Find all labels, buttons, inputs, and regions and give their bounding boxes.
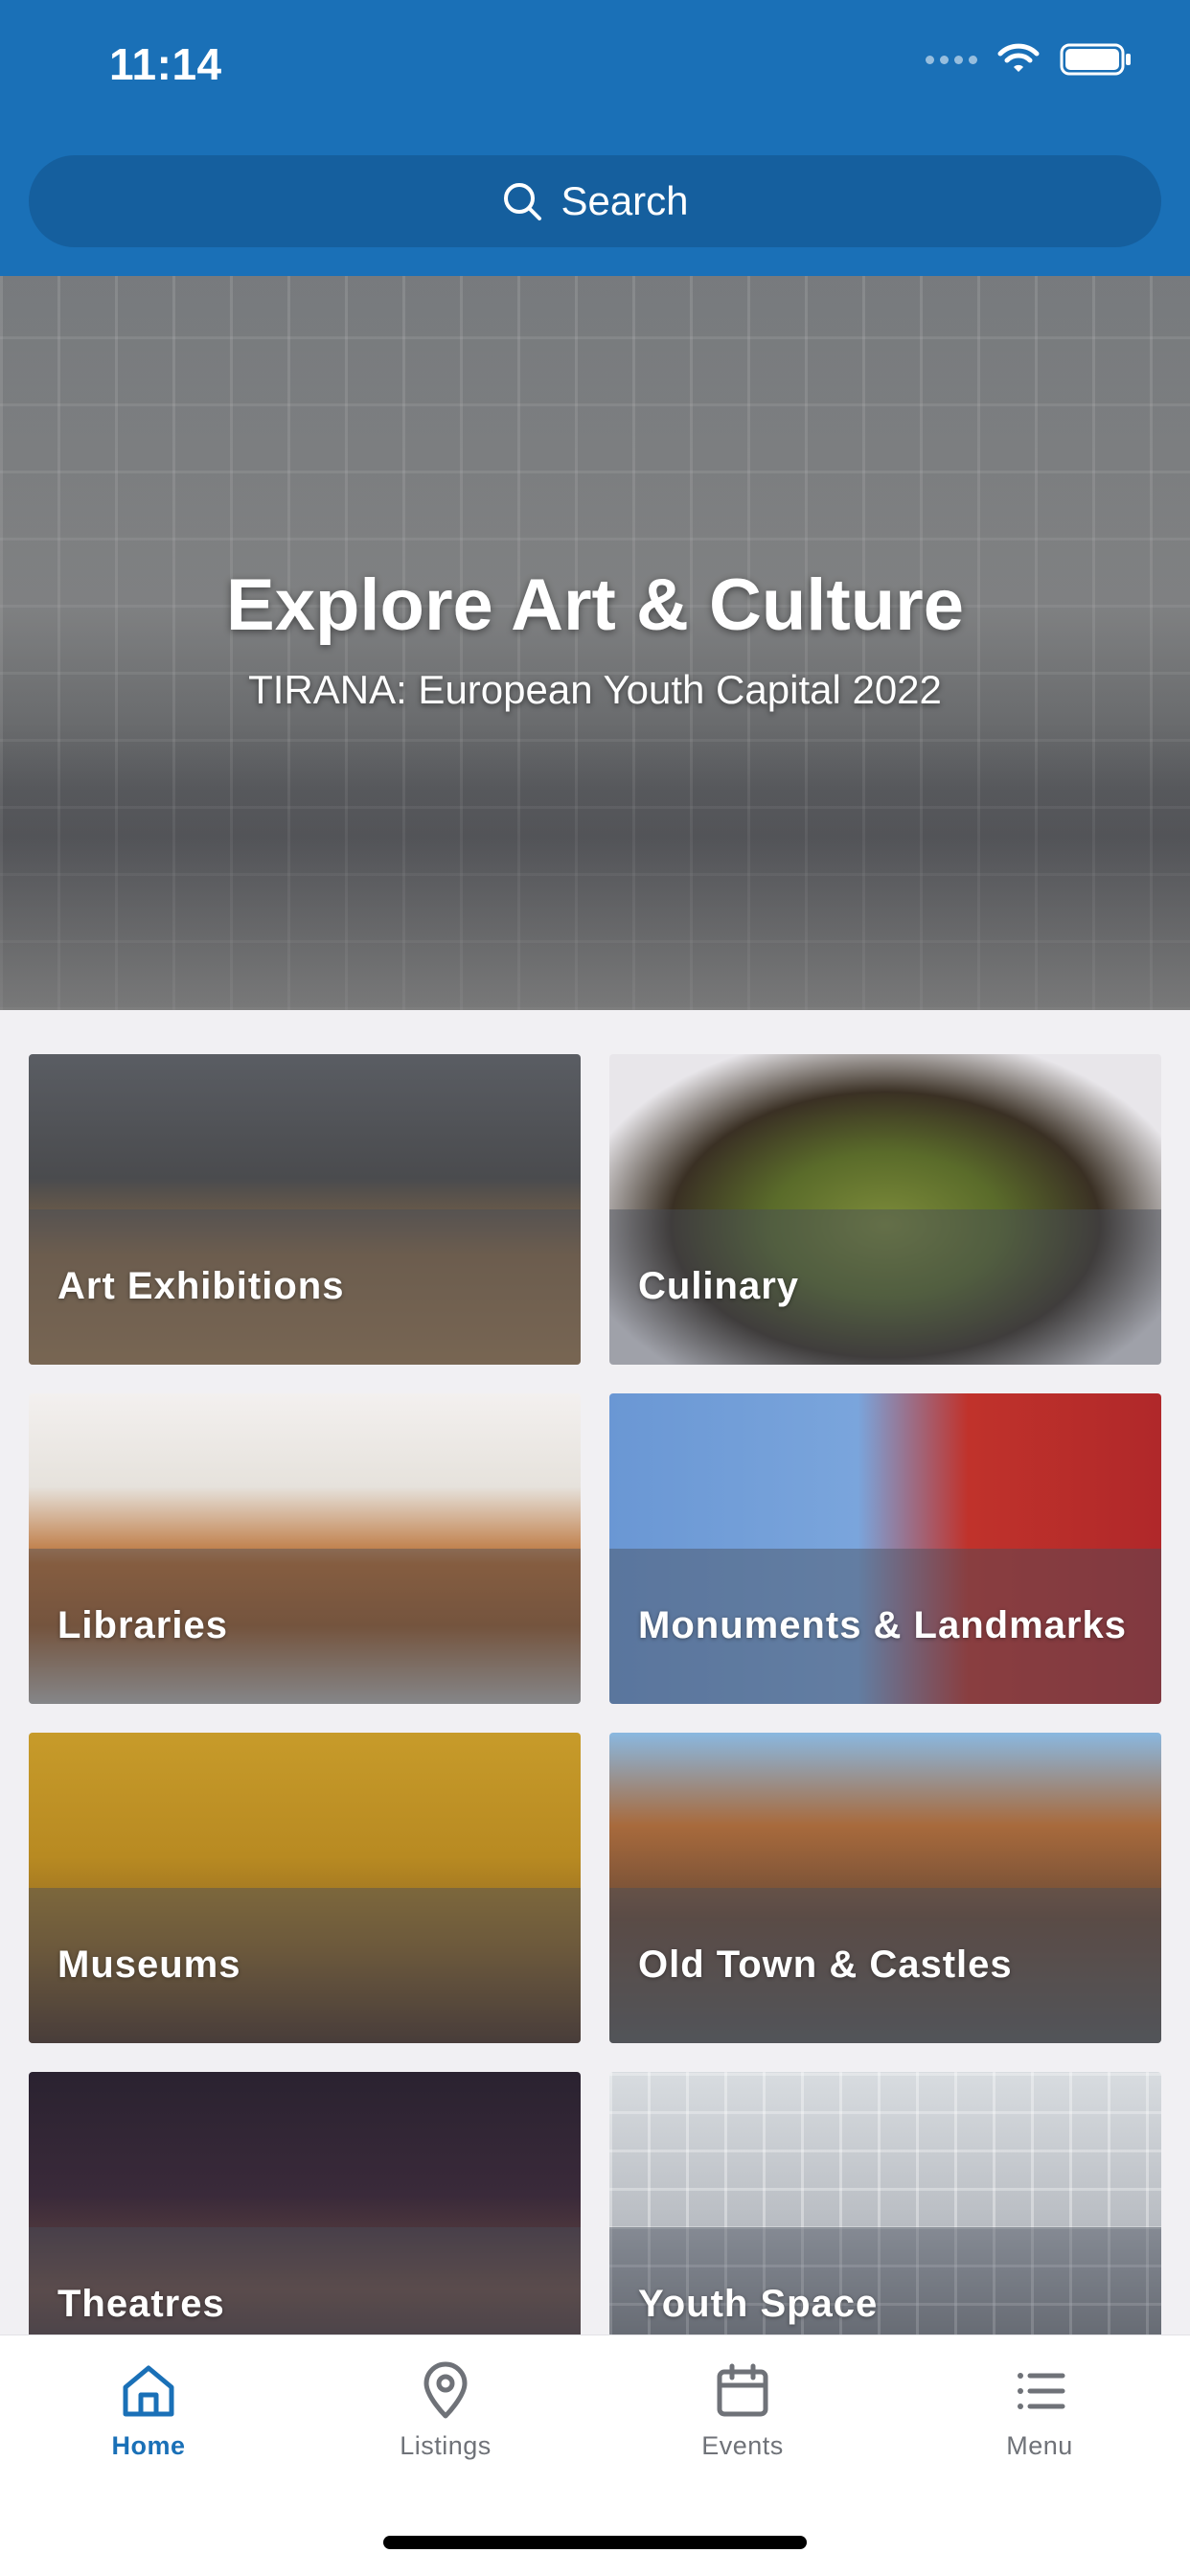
search-label: Search	[561, 178, 689, 223]
home-indicator[interactable]	[383, 2536, 807, 2549]
tile-label: Old Town & Castles	[638, 1944, 1013, 1986]
tab-label: Listings	[400, 2431, 492, 2460]
status-time: 11:14	[109, 39, 222, 89]
search-icon	[504, 183, 542, 220]
list-menu-icon	[1018, 2373, 1065, 2409]
tab-label: Home	[111, 2431, 186, 2460]
tile-label: Art Exhibitions	[57, 1265, 345, 1307]
tab-events[interactable]: Events	[594, 2335, 891, 2489]
tab-listings[interactable]: Listings	[297, 2335, 594, 2489]
battery-icon	[1060, 43, 1131, 76]
calendar-icon	[717, 2363, 768, 2417]
tile-label: Monuments & Landmarks	[638, 1604, 1127, 1646]
tab-home[interactable]: Home	[0, 2335, 297, 2489]
category-tile-art-exhibitions[interactable]: Art Exhibitions	[29, 1054, 581, 1365]
tab-label: Menu	[1006, 2431, 1073, 2460]
tile-label: Museums	[57, 1944, 241, 1986]
wifi-icon	[997, 43, 1040, 72]
home-icon	[123, 2365, 174, 2417]
tile-label: Culinary	[638, 1265, 800, 1307]
tile-label: Youth Space	[638, 2283, 879, 2325]
status-icons	[926, 42, 1133, 77]
tile-label: Theatres	[57, 2283, 225, 2325]
hero-banner: Explore Art & Culture TIRANA: European Y…	[0, 276, 1190, 1010]
cellular-signal-icon	[926, 55, 977, 64]
hero-title: Explore Art & Culture	[226, 564, 964, 646]
tab-menu[interactable]: Menu	[891, 2335, 1188, 2489]
category-tile-old-town-castles[interactable]: Old Town & Castles	[609, 1733, 1161, 2043]
category-tile-museums[interactable]: Museums	[29, 1733, 581, 2043]
location-pin-icon	[423, 2361, 468, 2419]
hero-subtitle: TIRANA: European Youth Capital 2022	[248, 667, 942, 712]
tile-label: Libraries	[57, 1604, 228, 1646]
category-tile-culinary[interactable]: Culinary	[609, 1054, 1161, 1365]
category-tile-monuments-landmarks[interactable]: Monuments & Landmarks	[609, 1393, 1161, 1704]
category-tile-libraries[interactable]: Libraries	[29, 1393, 581, 1704]
search-bar[interactable]: Search	[29, 155, 1161, 247]
tab-label: Events	[701, 2431, 784, 2460]
hero-photo	[0, 723, 1190, 1010]
app-header: 11:14 Search	[0, 0, 1190, 276]
